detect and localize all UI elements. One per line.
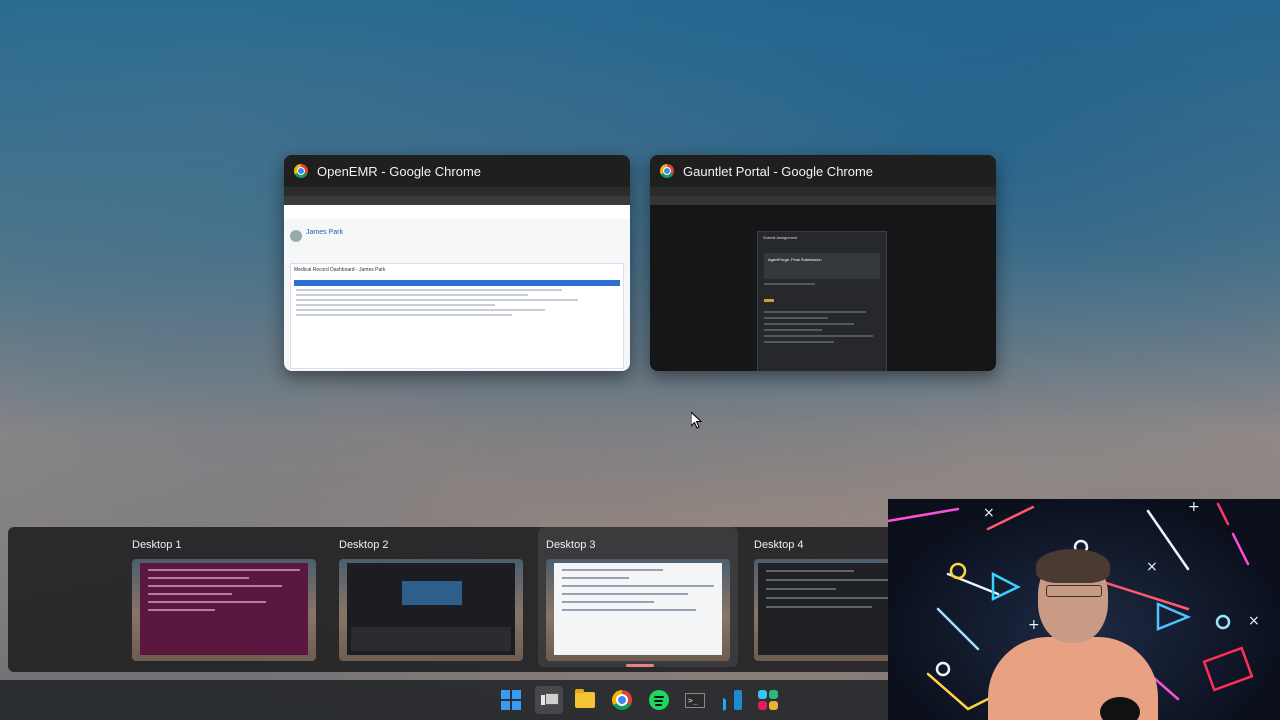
desktop-3[interactable]: Desktop 3 — [538, 527, 738, 667]
windows-start-icon[interactable] — [497, 686, 525, 714]
desktop-1[interactable]: Desktop 1 — [128, 527, 324, 672]
text-line — [764, 311, 867, 313]
window-preview-gauntlet[interactable]: Gauntlet Portal - Google Chrome Submit A… — [650, 155, 996, 371]
modal-title: Submit Assignment — [763, 235, 798, 240]
spotify-icon[interactable] — [645, 686, 673, 714]
window-thumbnail: James Park Medical Record Dashboard - Ja… — [284, 187, 630, 371]
desktop-thumbnail — [754, 559, 896, 661]
window-thumbnail: Submit Assignment AgentForge: Final Subm… — [650, 187, 996, 371]
svg-text:×: × — [1248, 613, 1260, 629]
desktop-thumbnail — [132, 559, 316, 661]
address-bar — [284, 196, 630, 205]
address-bar — [650, 196, 996, 205]
webcam-overlay: × × × + + — [888, 499, 1280, 720]
text-line — [296, 289, 562, 291]
svg-text:×: × — [983, 505, 995, 521]
avatar — [290, 230, 302, 242]
chrome-icon — [294, 164, 308, 178]
text-line — [296, 299, 579, 301]
presenter-video — [988, 545, 1158, 720]
slack-icon[interactable] — [754, 686, 782, 714]
window-title-bar: OpenEMR - Google Chrome — [284, 155, 630, 187]
text-line — [296, 294, 529, 296]
desktop-label: Desktop 1 — [132, 539, 182, 551]
assignment-card: AgentForge: Final Submission — [764, 253, 880, 279]
app-menu-bar — [284, 205, 630, 219]
submit-modal: Submit Assignment AgentForge: Final Subm… — [757, 231, 887, 371]
text-line — [764, 323, 854, 325]
dashboard-title: Medical Record Dashboard - James Park — [294, 267, 386, 273]
microphone — [1100, 697, 1140, 720]
text-line — [764, 341, 835, 343]
file-explorer-icon[interactable] — [571, 686, 599, 714]
browser-tabs — [650, 187, 996, 196]
window-title: OpenEMR - Google Chrome — [317, 163, 482, 179]
desktop-2[interactable]: Desktop 2 — [335, 527, 531, 672]
text-line — [296, 314, 512, 316]
section-header — [294, 280, 620, 286]
terminal-icon[interactable]: >_ — [681, 686, 709, 714]
chrome-icon[interactable] — [608, 686, 636, 714]
patient-name: James Park — [306, 229, 343, 236]
text-line — [764, 335, 873, 337]
task-view-icon[interactable] — [535, 686, 563, 714]
desktop-thumbnail — [339, 559, 523, 661]
text-line — [764, 283, 816, 285]
window-preview-openemr[interactable]: OpenEMR - Google Chrome James Park Medic… — [284, 155, 630, 371]
desktop-label: Desktop 4 — [754, 539, 804, 551]
desktop-thumbnail — [546, 559, 730, 661]
text-line — [296, 304, 496, 306]
virtual-desktops-bar: Desktop 1 Desktop 2 Desktop 3 Desktop 4 — [8, 527, 896, 672]
window-title-bar: Gauntlet Portal - Google Chrome — [650, 155, 996, 187]
text-line — [764, 329, 822, 331]
text-line — [764, 317, 828, 319]
desktop-label: Desktop 2 — [339, 539, 389, 551]
text-line — [296, 309, 545, 311]
desktop-label: Desktop 3 — [546, 539, 596, 551]
desktop-4[interactable]: Desktop 4 — [750, 527, 896, 672]
browser-tabs — [284, 187, 630, 196]
dashboard-panel: Medical Record Dashboard - James Park — [290, 263, 624, 369]
vscode-icon[interactable] — [718, 686, 746, 714]
chrome-icon — [660, 164, 674, 178]
active-desktop-indicator — [626, 664, 654, 667]
window-title: Gauntlet Portal - Google Chrome — [683, 163, 874, 179]
svg-text:+: + — [1188, 499, 1200, 515]
card-title: AgentForge: Final Submission — [768, 257, 822, 262]
